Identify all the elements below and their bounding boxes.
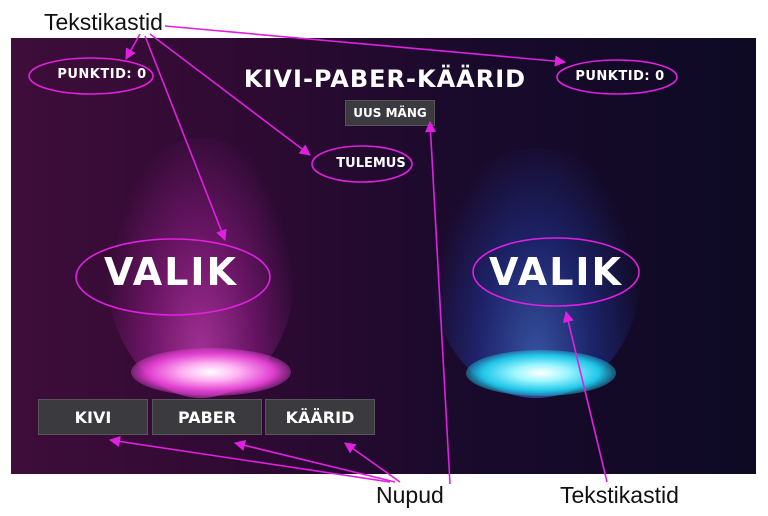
game-title: KIVI-PABER-KÄÄRID (243, 65, 527, 93)
result-text: TULEMUS (336, 156, 406, 171)
paper-button[interactable]: PABER (152, 399, 262, 435)
callout-label-text-boxes-bottom: Tekstikastid (560, 482, 679, 508)
computer-choice: VALIK (488, 250, 624, 294)
player-choice: VALIK (103, 250, 239, 294)
player-score: PUNKTID: 0 (57, 67, 147, 82)
player-light-pad (131, 348, 291, 396)
callout-label-text-boxes-top: Tekstikastid (44, 9, 163, 35)
callout-label-buttons: Nupud (376, 482, 444, 508)
game-screen: PUNKTID: 0 KIVI-PABER-KÄÄRID PUNKTID: 0 … (11, 38, 756, 474)
computer-light-pad (466, 350, 616, 396)
computer-score: PUNKTID: 0 (575, 69, 665, 84)
rock-button[interactable]: KIVI (38, 399, 148, 435)
new-game-button[interactable]: UUS MÄNG (345, 100, 435, 126)
scissors-button[interactable]: KÄÄRID (265, 399, 375, 435)
